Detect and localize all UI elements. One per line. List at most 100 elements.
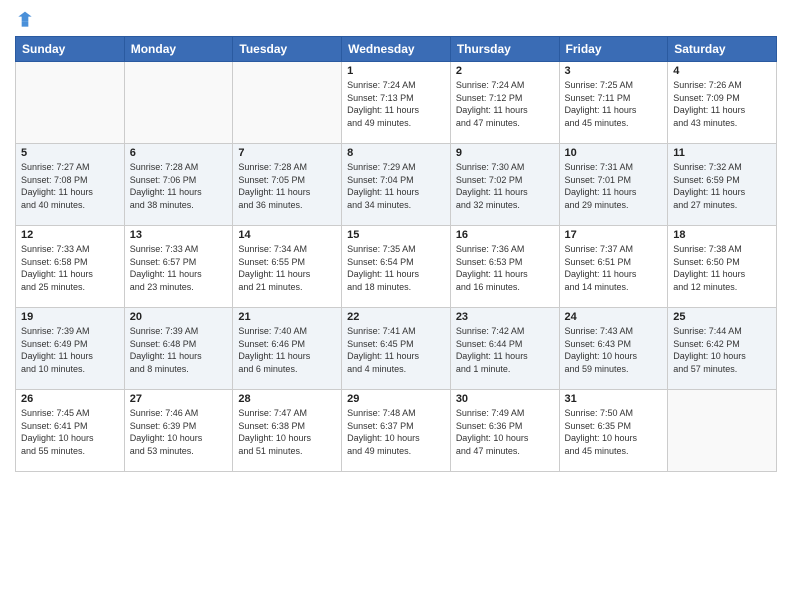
day-info: Sunrise: 7:30 AMSunset: 7:02 PMDaylight:… [456, 161, 554, 211]
calendar-cell: 21 Sunrise: 7:40 AMSunset: 6:46 PMDayligh… [233, 308, 342, 390]
week-row-1: 5 Sunrise: 7:27 AMSunset: 7:08 PMDaylight… [16, 144, 777, 226]
day-info: Sunrise: 7:42 AMSunset: 6:44 PMDaylight:… [456, 325, 554, 375]
calendar: SundayMondayTuesdayWednesdayThursdayFrid… [15, 36, 777, 472]
day-info: Sunrise: 7:46 AMSunset: 6:39 PMDaylight:… [130, 407, 228, 457]
col-header-tuesday: Tuesday [233, 37, 342, 62]
day-info: Sunrise: 7:24 AMSunset: 7:13 PMDaylight:… [347, 79, 445, 129]
day-number: 8 [347, 147, 445, 159]
calendar-cell: 23 Sunrise: 7:42 AMSunset: 6:44 PMDayligh… [450, 308, 559, 390]
day-number: 23 [456, 311, 554, 323]
day-number: 11 [673, 147, 771, 159]
calendar-cell: 25 Sunrise: 7:44 AMSunset: 6:42 PMDayligh… [668, 308, 777, 390]
calendar-cell: 28 Sunrise: 7:47 AMSunset: 6:38 PMDayligh… [233, 390, 342, 472]
calendar-cell: 17Sunrise: 7:37 AMSunset: 6:51 PMDayligh… [559, 226, 668, 308]
calendar-cell [233, 62, 342, 144]
calendar-cell: 22 Sunrise: 7:41 AMSunset: 6:45 PMDayligh… [342, 308, 451, 390]
day-info: Sunrise: 7:33 AMSunset: 6:58 PMDaylight:… [21, 243, 119, 293]
calendar-cell: 15Sunrise: 7:35 AMSunset: 6:54 PMDayligh… [342, 226, 451, 308]
calendar-cell: 6 Sunrise: 7:28 AMSunset: 7:06 PMDaylight… [124, 144, 233, 226]
week-row-4: 26 Sunrise: 7:45 AMSunset: 6:41 PMDayligh… [16, 390, 777, 472]
day-number: 13 [130, 229, 228, 241]
day-info: Sunrise: 7:36 AMSunset: 6:53 PMDaylight:… [456, 243, 554, 293]
calendar-cell: 18 Sunrise: 7:38 AMSunset: 6:50 PMDayligh… [668, 226, 777, 308]
day-number: 3 [565, 65, 663, 77]
calendar-cell: 14 Sunrise: 7:34 AMSunset: 6:55 PMDayligh… [233, 226, 342, 308]
calendar-cell: 3 Sunrise: 7:25 AMSunset: 7:11 PMDaylight… [559, 62, 668, 144]
calendar-cell [668, 390, 777, 472]
day-info: Sunrise: 7:25 AMSunset: 7:11 PMDaylight:… [565, 79, 663, 129]
day-number: 6 [130, 147, 228, 159]
calendar-cell: 26 Sunrise: 7:45 AMSunset: 6:41 PMDayligh… [16, 390, 125, 472]
day-info: Sunrise: 7:40 AMSunset: 6:46 PMDaylight:… [238, 325, 336, 375]
week-row-3: 19Sunrise: 7:39 AMSunset: 6:49 PMDayligh… [16, 308, 777, 390]
page: SundayMondayTuesdayWednesdayThursdayFrid… [0, 0, 792, 612]
day-number: 15 [347, 229, 445, 241]
day-number: 29 [347, 393, 445, 405]
calendar-cell: 1 Sunrise: 7:24 AMSunset: 7:13 PMDaylight… [342, 62, 451, 144]
day-info: Sunrise: 7:32 AMSunset: 6:59 PMDaylight:… [673, 161, 771, 211]
day-info: Sunrise: 7:26 AMSunset: 7:09 PMDaylight:… [673, 79, 771, 129]
day-number: 30 [456, 393, 554, 405]
day-number: 1 [347, 65, 445, 77]
logo [15, 10, 37, 30]
day-number: 7 [238, 147, 336, 159]
day-info: Sunrise: 7:48 AMSunset: 6:37 PMDaylight:… [347, 407, 445, 457]
calendar-cell: 10Sunrise: 7:31 AMSunset: 7:01 PMDayligh… [559, 144, 668, 226]
calendar-cell: 2 Sunrise: 7:24 AMSunset: 7:12 PMDaylight… [450, 62, 559, 144]
day-number: 2 [456, 65, 554, 77]
day-info: Sunrise: 7:33 AMSunset: 6:57 PMDaylight:… [130, 243, 228, 293]
calendar-cell: 27 Sunrise: 7:46 AMSunset: 6:39 PMDayligh… [124, 390, 233, 472]
day-info: Sunrise: 7:34 AMSunset: 6:55 PMDaylight:… [238, 243, 336, 293]
calendar-cell [16, 62, 125, 144]
day-number: 18 [673, 229, 771, 241]
calendar-cell [124, 62, 233, 144]
calendar-cell: 11 Sunrise: 7:32 AMSunset: 6:59 PMDayligh… [668, 144, 777, 226]
calendar-cell: 13 Sunrise: 7:33 AMSunset: 6:57 PMDayligh… [124, 226, 233, 308]
calendar-cell: 24Sunrise: 7:43 AMSunset: 6:43 PMDayligh… [559, 308, 668, 390]
header [15, 10, 777, 30]
calendar-cell: 31Sunrise: 7:50 AMSunset: 6:35 PMDayligh… [559, 390, 668, 472]
calendar-cell: 7Sunrise: 7:28 AMSunset: 7:05 PMDaylight… [233, 144, 342, 226]
day-info: Sunrise: 7:47 AMSunset: 6:38 PMDaylight:… [238, 407, 336, 457]
calendar-cell: 8 Sunrise: 7:29 AMSunset: 7:04 PMDaylight… [342, 144, 451, 226]
day-info: Sunrise: 7:27 AMSunset: 7:08 PMDaylight:… [21, 161, 119, 211]
day-number: 21 [238, 311, 336, 323]
day-info: Sunrise: 7:41 AMSunset: 6:45 PMDaylight:… [347, 325, 445, 375]
day-info: Sunrise: 7:31 AMSunset: 7:01 PMDaylight:… [565, 161, 663, 211]
week-row-2: 12 Sunrise: 7:33 AMSunset: 6:58 PMDayligh… [16, 226, 777, 308]
day-number: 25 [673, 311, 771, 323]
calendar-cell: 29 Sunrise: 7:48 AMSunset: 6:37 PMDayligh… [342, 390, 451, 472]
day-info: Sunrise: 7:38 AMSunset: 6:50 PMDaylight:… [673, 243, 771, 293]
calendar-cell: 5 Sunrise: 7:27 AMSunset: 7:08 PMDaylight… [16, 144, 125, 226]
day-number: 28 [238, 393, 336, 405]
header-row: SundayMondayTuesdayWednesdayThursdayFrid… [16, 37, 777, 62]
day-info: Sunrise: 7:37 AMSunset: 6:51 PMDaylight:… [565, 243, 663, 293]
day-info: Sunrise: 7:29 AMSunset: 7:04 PMDaylight:… [347, 161, 445, 211]
day-number: 14 [238, 229, 336, 241]
calendar-cell: 19Sunrise: 7:39 AMSunset: 6:49 PMDayligh… [16, 308, 125, 390]
calendar-cell: 16 Sunrise: 7:36 AMSunset: 6:53 PMDayligh… [450, 226, 559, 308]
calendar-cell: 12 Sunrise: 7:33 AMSunset: 6:58 PMDayligh… [16, 226, 125, 308]
day-info: Sunrise: 7:39 AMSunset: 6:48 PMDaylight:… [130, 325, 228, 375]
day-number: 20 [130, 311, 228, 323]
day-info: Sunrise: 7:45 AMSunset: 6:41 PMDaylight:… [21, 407, 119, 457]
day-number: 16 [456, 229, 554, 241]
col-header-thursday: Thursday [450, 37, 559, 62]
calendar-cell: 4 Sunrise: 7:26 AMSunset: 7:09 PMDaylight… [668, 62, 777, 144]
day-number: 12 [21, 229, 119, 241]
logo-icon [15, 10, 35, 30]
day-info: Sunrise: 7:44 AMSunset: 6:42 PMDaylight:… [673, 325, 771, 375]
day-number: 22 [347, 311, 445, 323]
col-header-friday: Friday [559, 37, 668, 62]
day-info: Sunrise: 7:39 AMSunset: 6:49 PMDaylight:… [21, 325, 119, 375]
col-header-monday: Monday [124, 37, 233, 62]
day-info: Sunrise: 7:24 AMSunset: 7:12 PMDaylight:… [456, 79, 554, 129]
day-number: 27 [130, 393, 228, 405]
day-number: 5 [21, 147, 119, 159]
col-header-wednesday: Wednesday [342, 37, 451, 62]
day-info: Sunrise: 7:28 AMSunset: 7:06 PMDaylight:… [130, 161, 228, 211]
day-number: 31 [565, 393, 663, 405]
calendar-cell: 30Sunrise: 7:49 AMSunset: 6:36 PMDayligh… [450, 390, 559, 472]
day-number: 4 [673, 65, 771, 77]
day-number: 26 [21, 393, 119, 405]
